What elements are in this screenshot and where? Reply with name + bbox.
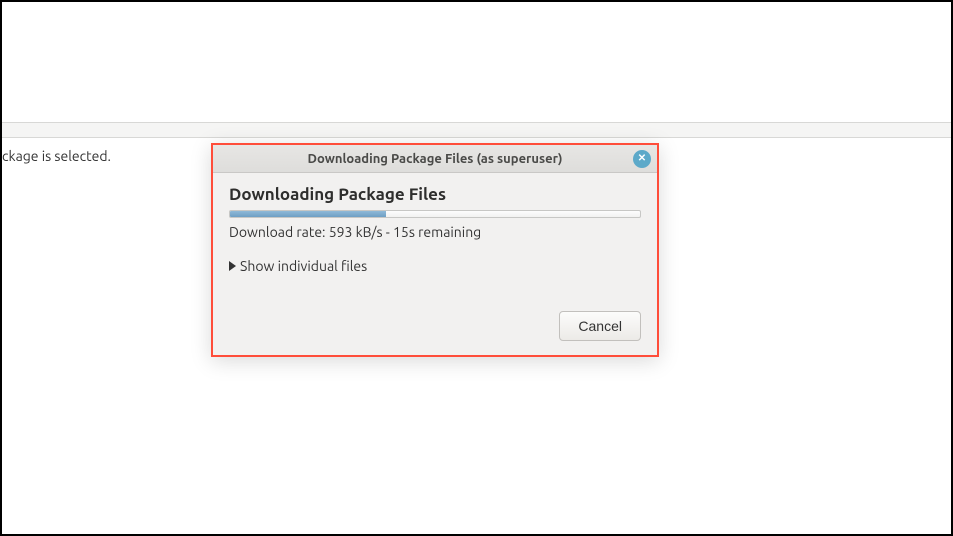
chevron-right-icon [229,261,236,271]
download-rate-text: Download rate: 593 kB/s - 15s remaining [229,224,641,240]
toolbar-strip [2,122,951,138]
cancel-button[interactable]: Cancel [559,311,641,341]
dialog-title: Downloading Package Files (as superuser) [308,152,563,166]
dialog-heading: Downloading Package Files [229,185,641,204]
dialog-button-row: Cancel [229,311,641,341]
close-icon[interactable] [633,150,651,168]
status-text: ckage is selected. [2,148,111,164]
dialog-body: Downloading Package Files Download rate:… [213,173,657,355]
expander-label: Show individual files [240,258,367,274]
show-files-expander[interactable]: Show individual files [229,258,367,274]
download-dialog: Downloading Package Files (as superuser)… [211,143,659,357]
progress-fill [230,211,386,217]
progress-bar [229,210,641,218]
dialog-titlebar[interactable]: Downloading Package Files (as superuser) [213,145,657,173]
